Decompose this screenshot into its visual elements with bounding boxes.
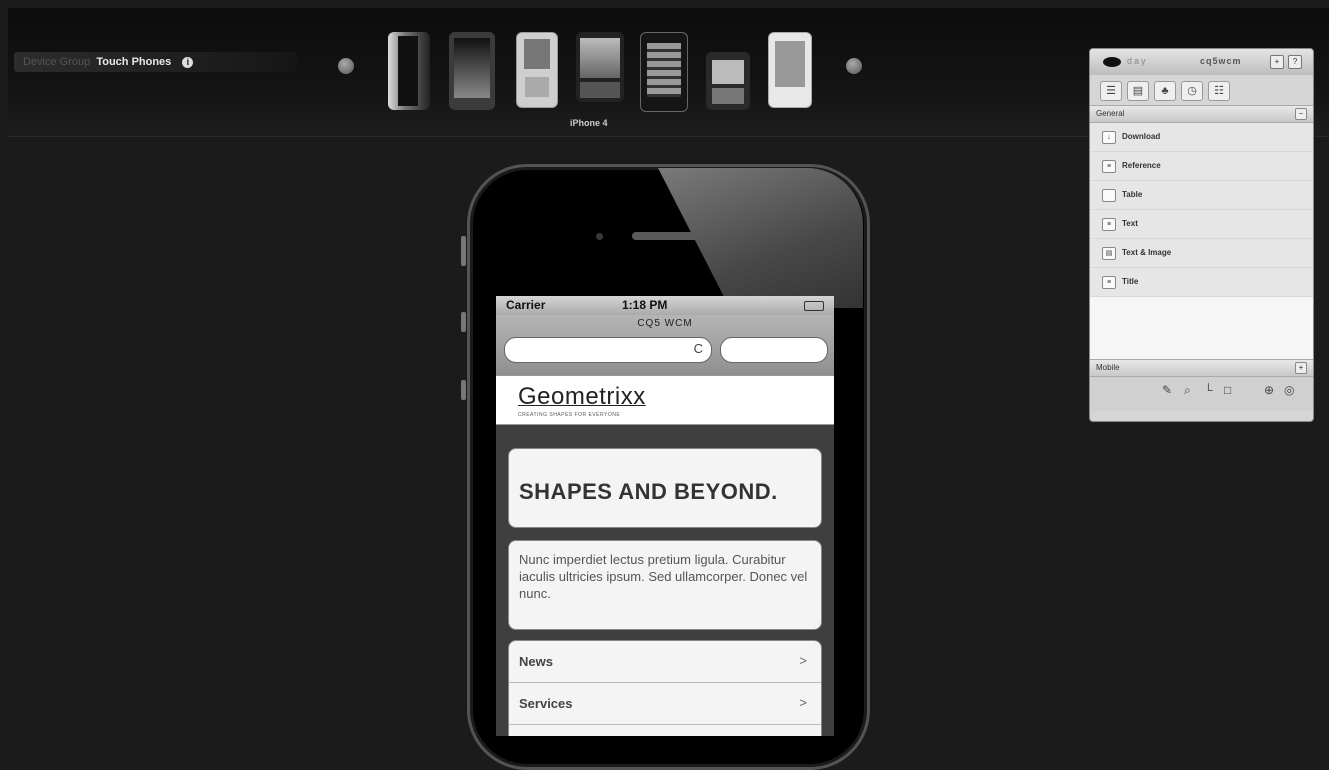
- side-button: [461, 236, 466, 266]
- url-field[interactable]: C: [504, 337, 712, 363]
- text-image-icon: ▤: [1102, 247, 1116, 260]
- section-general-header[interactable]: General −: [1090, 105, 1313, 123]
- settings-icon[interactable]: ◎: [1284, 383, 1294, 397]
- device-group-selector[interactable]: Device Group Touch Phones i: [14, 52, 297, 72]
- blurb-text: Nunc imperdiet lectus pretium ligula. Cu…: [519, 552, 808, 601]
- sidekick-tabs: ☰ ▤ ♣ ◷ ☷: [1090, 75, 1313, 105]
- edit-mode-icon[interactable]: ✎: [1162, 383, 1172, 397]
- scroll-right-dot[interactable]: [846, 58, 862, 74]
- menu-item-label: Services: [519, 696, 573, 711]
- multisite-tab-icon[interactable]: ☷: [1208, 81, 1230, 101]
- component-label: Reference: [1122, 161, 1161, 170]
- device-4[interactable]: [576, 32, 624, 102]
- component-label: Download: [1122, 132, 1161, 141]
- sidekick-bottom-toolbar: ✎ ⌕ └ □ ⊕ ◎: [1090, 377, 1313, 411]
- battery-icon: [804, 301, 824, 311]
- selected-device-label: iPhone 4: [570, 118, 608, 128]
- phone-screen: Carrier 1:18 PM CQ5 WCM C Geometrixx CRE…: [496, 296, 834, 736]
- versioning-tab-icon[interactable]: ◷: [1181, 81, 1203, 101]
- title-icon: ≡: [1102, 276, 1116, 289]
- menu-item-label: News: [519, 654, 553, 669]
- help-button[interactable]: ?: [1288, 55, 1302, 69]
- device-2[interactable]: [449, 32, 495, 110]
- design-icon[interactable]: └: [1204, 383, 1213, 397]
- menu-item-3[interactable]: [509, 725, 821, 736]
- component-list-empty-area: [1090, 297, 1313, 359]
- component-download[interactable]: ↓ Download: [1090, 123, 1313, 152]
- scroll-left-dot[interactable]: [338, 58, 354, 74]
- blurb-card: Nunc imperdiet lectus pretium ligula. Cu…: [508, 540, 822, 630]
- download-icon: ↓: [1102, 131, 1116, 144]
- volume-up-button: [461, 312, 466, 332]
- site-logo[interactable]: Geometrixx: [518, 383, 646, 411]
- component-table[interactable]: Table: [1090, 181, 1313, 210]
- hero-text: SHAPES AND BEYOND.: [519, 479, 778, 504]
- status-bar: Carrier 1:18 PM: [496, 296, 834, 315]
- page-tab-icon[interactable]: ▤: [1127, 81, 1149, 101]
- phone-camera: [596, 233, 603, 240]
- site-header: Geometrixx CREATING SHAPES FOR EVERYONE: [496, 375, 834, 425]
- menu-item-news[interactable]: News >: [509, 641, 821, 683]
- section-general-label: General: [1096, 109, 1125, 118]
- component-label: Title: [1122, 277, 1139, 286]
- website-icon[interactable]: ⊕: [1264, 383, 1274, 397]
- expand-button[interactable]: +: [1270, 55, 1284, 69]
- device-group-value: Touch Phones: [96, 56, 172, 68]
- day-logo-icon: [1103, 57, 1121, 67]
- reference-icon: ≡: [1102, 160, 1116, 173]
- component-text-image[interactable]: ▤ Text & Image: [1090, 239, 1313, 268]
- site-tagline: CREATING SHAPES FOR EVERYONE: [518, 412, 621, 418]
- component-label: Text: [1122, 219, 1138, 228]
- sidekick-titlebar[interactable]: day cq5wcm + ?: [1090, 49, 1313, 75]
- menu-item-services[interactable]: Services >: [509, 683, 821, 725]
- device-3[interactable]: [516, 32, 558, 108]
- info-icon[interactable]: i: [182, 56, 194, 68]
- components-tab-icon[interactable]: ☰: [1100, 81, 1122, 101]
- workflow-tab-icon[interactable]: ♣: [1154, 81, 1176, 101]
- component-text[interactable]: ≡ Text: [1090, 210, 1313, 239]
- component-label: Table: [1122, 190, 1143, 199]
- device-1[interactable]: [388, 32, 430, 110]
- component-title[interactable]: ≡ Title: [1090, 268, 1313, 297]
- device-6[interactable]: [706, 52, 750, 110]
- device-7[interactable]: [768, 32, 812, 108]
- phone-speaker: [632, 232, 698, 240]
- component-list: ↓ Download ≡ Reference Table ≡ Text ▤ Te…: [1090, 123, 1313, 297]
- text-icon: ≡: [1102, 218, 1116, 231]
- table-icon: [1102, 189, 1116, 202]
- sidekick-title-right: cq5wcm: [1200, 56, 1242, 66]
- scaffold-icon[interactable]: □: [1224, 383, 1231, 397]
- component-label: Text & Image: [1122, 248, 1172, 257]
- browser-chrome: CQ5 WCM C: [496, 315, 834, 375]
- browser-title: CQ5 WCM: [637, 318, 693, 329]
- device-5[interactable]: [640, 32, 688, 112]
- nav-menu: News > Services >: [508, 640, 822, 736]
- hero-card: SHAPES AND BEYOND.: [508, 448, 822, 528]
- chevron-right-icon: >: [799, 653, 807, 668]
- search-field[interactable]: [720, 337, 828, 363]
- reload-icon[interactable]: C: [694, 341, 703, 356]
- chevron-right-icon: >: [799, 695, 807, 710]
- sidekick-title-left: day: [1127, 56, 1148, 66]
- carrier-label: Carrier: [506, 298, 546, 312]
- sidekick-panel: day cq5wcm + ? ☰ ▤ ♣ ◷ ☷ General − ↓ Dow…: [1089, 48, 1314, 422]
- section-mobile-label: Mobile: [1096, 363, 1120, 372]
- preview-icon[interactable]: ⌕: [1184, 383, 1191, 398]
- section-mobile-header[interactable]: Mobile +: [1090, 359, 1313, 377]
- expand-icon[interactable]: +: [1295, 362, 1307, 374]
- volume-down-button: [461, 380, 466, 400]
- collapse-icon[interactable]: −: [1295, 108, 1307, 120]
- device-group-label: Device Group: [23, 56, 91, 68]
- status-time: 1:18 PM: [622, 298, 668, 312]
- component-reference[interactable]: ≡ Reference: [1090, 152, 1313, 181]
